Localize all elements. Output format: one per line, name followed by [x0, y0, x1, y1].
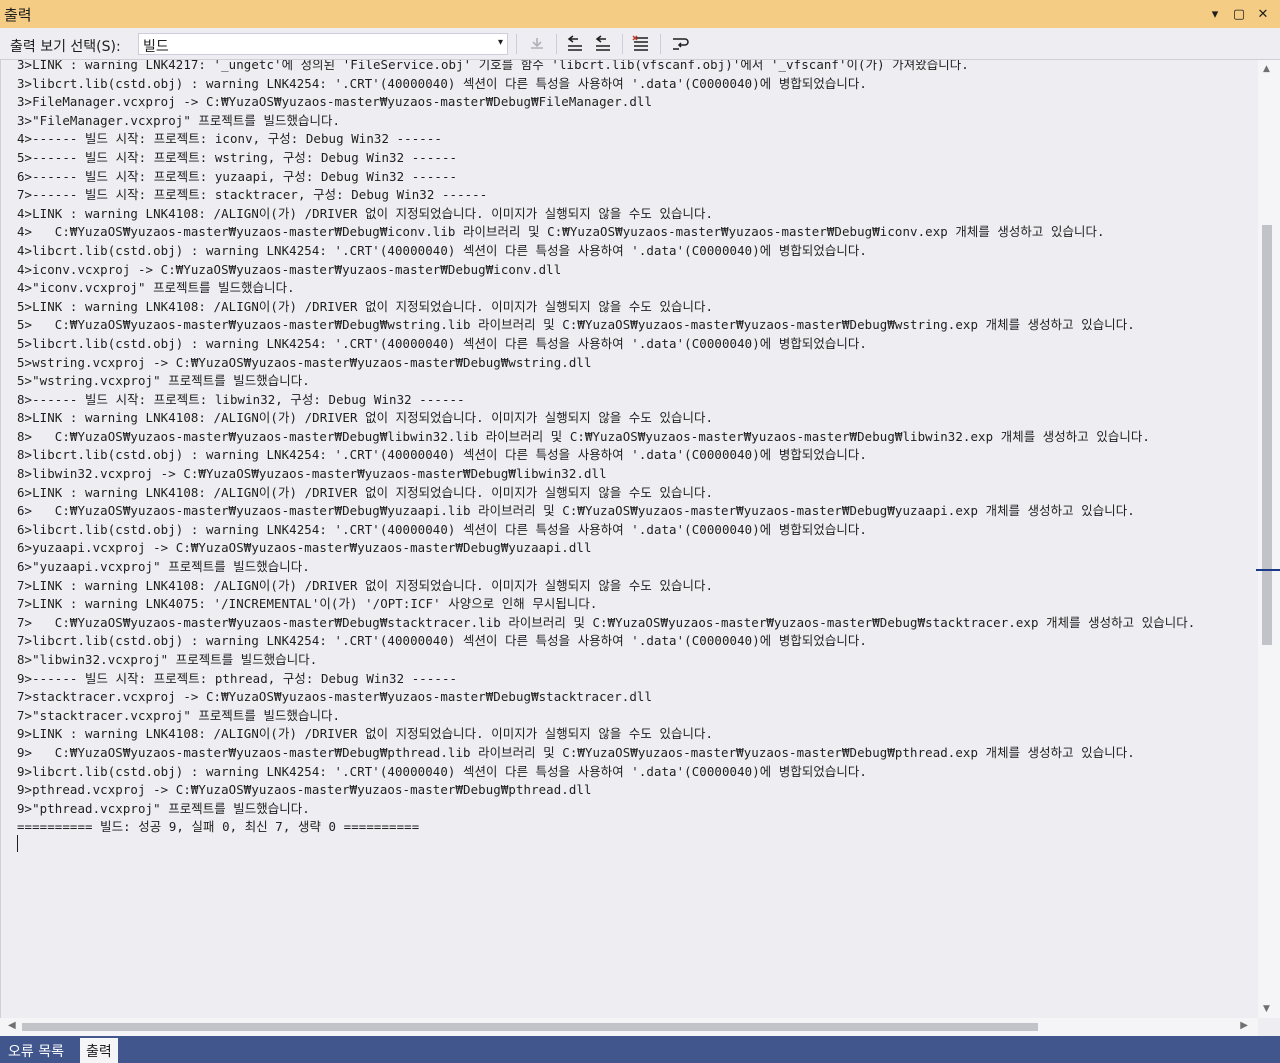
output-line: 8>libcrt.lib(cstd.obj) : warning LNK4254…: [17, 447, 867, 463]
output-line: 4>libcrt.lib(cstd.obj) : warning LNK4254…: [17, 242, 867, 258]
scroll-down-icon[interactable]: ▼: [1263, 1004, 1270, 1014]
output-line: 6>libcrt.lib(cstd.obj) : warning LNK4254…: [17, 521, 867, 537]
word-wrap-icon[interactable]: [670, 34, 692, 54]
scroll-left-icon[interactable]: ◀: [8, 1020, 16, 1031]
output-line: 7>LINK : warning LNK4108: /ALIGN이(가) /DR…: [17, 577, 714, 593]
maximize-icon[interactable]: ▢: [1230, 5, 1248, 23]
output-line: 3>"FileManager.vcxproj" 프로젝트를 빌드했습니다.: [17, 112, 341, 128]
output-source-select[interactable]: 빌드 ▾: [138, 33, 508, 55]
output-line: 4>------ 빌드 시작: 프로젝트: iconv, 구성: Debug W…: [17, 131, 442, 147]
output-line: 5>LINK : warning LNK4108: /ALIGN이(가) /DR…: [17, 298, 714, 314]
clear-all-icon[interactable]: [630, 34, 652, 54]
output-line: 9>"pthread.vcxproj" 프로젝트를 빌드했습니다.: [17, 800, 310, 816]
tab-error-list[interactable]: 오류 목록: [2, 1038, 70, 1063]
output-line: 6> C:₩YuzaOS₩yuzaos-master₩yuzaos-master…: [17, 503, 1135, 519]
next-message-icon[interactable]: [592, 34, 614, 54]
output-lines: 3>LINK : warning LNK4217: '_ungetc'에 정의된…: [17, 60, 1195, 837]
horizontal-scrollbar[interactable]: ◀ ▶: [0, 1018, 1258, 1036]
scroll-up-icon[interactable]: ▲: [1263, 64, 1270, 74]
output-line: 3>FileManager.vcxproj -> C:₩YuzaOS₩yuzao…: [17, 94, 653, 110]
show-output-from-label: 출력 보기 선택(S):: [10, 39, 121, 55]
output-line: 8>libwin32.vcxproj -> C:₩YuzaOS₩yuzaos-m…: [17, 466, 607, 482]
horizontal-scroll-thumb[interactable]: [22, 1023, 1038, 1031]
output-line: 5>wstring.vcxproj -> C:₩YuzaOS₩yuzaos-ma…: [17, 354, 592, 370]
output-line: 5> C:₩YuzaOS₩yuzaos-master₩yuzaos-master…: [17, 317, 1135, 333]
toolbar-separator: [516, 34, 517, 54]
output-line: 3>libcrt.lib(cstd.obj) : warning LNK4254…: [17, 75, 867, 91]
output-text-area[interactable]: 3>LINK : warning LNK4217: '_ungetc'에 정의된…: [0, 60, 1258, 1018]
output-toolbar: 출력 보기 선택(S): 빌드 ▾: [0, 28, 1280, 60]
vertical-scrollbar[interactable]: ▲ ▼: [1256, 60, 1280, 1018]
output-line: 9>LINK : warning LNK4108: /ALIGN이(가) /DR…: [17, 726, 714, 742]
output-line: 6>yuzaapi.vcxproj -> C:₩YuzaOS₩yuzaos-ma…: [17, 540, 592, 556]
output-line: 3>LINK : warning LNK4217: '_ungetc'에 정의된…: [17, 60, 969, 72]
window-position-dropdown-icon[interactable]: ▾: [1206, 5, 1224, 23]
go-to-line-icon[interactable]: [526, 34, 548, 54]
scrollbar-corner: [1258, 1018, 1280, 1036]
vertical-scroll-thumb[interactable]: [1262, 225, 1272, 645]
output-line: 6>LINK : warning LNK4108: /ALIGN이(가) /DR…: [17, 484, 714, 500]
output-line: 8> C:₩YuzaOS₩yuzaos-master₩yuzaos-master…: [17, 428, 1150, 444]
output-line: 8>"libwin32.vcxproj" 프로젝트를 빌드했습니다.: [17, 652, 318, 667]
output-line: 7>"stacktracer.vcxproj" 프로젝트를 빌드했습니다.: [17, 707, 341, 723]
output-line: 5>"wstring.vcxproj" 프로젝트를 빌드했습니다.: [17, 373, 310, 389]
output-line: 6>"yuzaapi.vcxproj" 프로젝트를 빌드했습니다.: [17, 559, 310, 575]
output-line: 4> C:₩YuzaOS₩yuzaos-master₩yuzaos-master…: [17, 224, 1105, 240]
toolbar-separator: [556, 34, 557, 54]
output-line: 9>------ 빌드 시작: 프로젝트: pthread, 구성: Debug…: [17, 670, 458, 686]
output-line: 7>stacktracer.vcxproj -> C:₩YuzaOS₩yuzao…: [17, 689, 653, 705]
panel-title: 출력: [4, 6, 32, 24]
output-line: 9> C:₩YuzaOS₩yuzaos-master₩yuzaos-master…: [17, 744, 1135, 760]
output-line: 8>LINK : warning LNK4108: /ALIGN이(가) /DR…: [17, 410, 714, 426]
text-cursor: [17, 835, 18, 852]
scroll-right-icon[interactable]: ▶: [1240, 1020, 1248, 1031]
output-line: ========== 빌드: 성공 9, 실패 0, 최신 7, 생략 0 ==…: [17, 819, 420, 835]
chevron-down-icon: ▾: [497, 37, 503, 48]
output-line: 5>------ 빌드 시작: 프로젝트: wstring, 구성: Debug…: [17, 149, 458, 165]
output-line: 8>------ 빌드 시작: 프로젝트: libwin32, 구성: Debu…: [17, 391, 465, 407]
output-line: 5>libcrt.lib(cstd.obj) : warning LNK4254…: [17, 335, 867, 351]
previous-message-icon[interactable]: [564, 34, 586, 54]
panel-title-bar: 출력 ▾ ▢ ✕: [0, 0, 1280, 28]
output-line: 9>pthread.vcxproj -> C:₩YuzaOS₩yuzaos-ma…: [17, 782, 592, 798]
title-bar-buttons: ▾ ▢ ✕: [1206, 5, 1272, 23]
output-line: 7>LINK : warning LNK4075: '/INCREMENTAL'…: [17, 596, 598, 612]
tab-output[interactable]: 출력: [80, 1038, 118, 1063]
output-source-value: 빌드: [143, 39, 169, 55]
toolbar-separator: [622, 34, 623, 54]
output-line: 4>iconv.vcxproj -> C:₩YuzaOS₩yuzaos-mast…: [17, 261, 562, 277]
output-line: 7>libcrt.lib(cstd.obj) : warning LNK4254…: [17, 633, 867, 649]
output-line: 7> C:₩YuzaOS₩yuzaos-master₩yuzaos-master…: [17, 614, 1196, 630]
output-line: 6>------ 빌드 시작: 프로젝트: yuzaapi, 구성: Debug…: [17, 168, 458, 184]
output-line: 9>libcrt.lib(cstd.obj) : warning LNK4254…: [17, 763, 867, 779]
output-line: 7>------ 빌드 시작: 프로젝트: stacktracer, 구성: D…: [17, 187, 488, 203]
output-line: 4>LINK : warning LNK4108: /ALIGN이(가) /DR…: [17, 205, 714, 221]
bottom-tab-bar: 오류 목록 출력: [0, 1036, 1280, 1063]
close-icon[interactable]: ✕: [1254, 5, 1272, 23]
toolbar-separator: [660, 34, 661, 54]
scroll-position-marker: [1256, 569, 1280, 571]
output-line: 4>"iconv.vcxproj" 프로젝트를 빌드했습니다.: [17, 280, 295, 296]
